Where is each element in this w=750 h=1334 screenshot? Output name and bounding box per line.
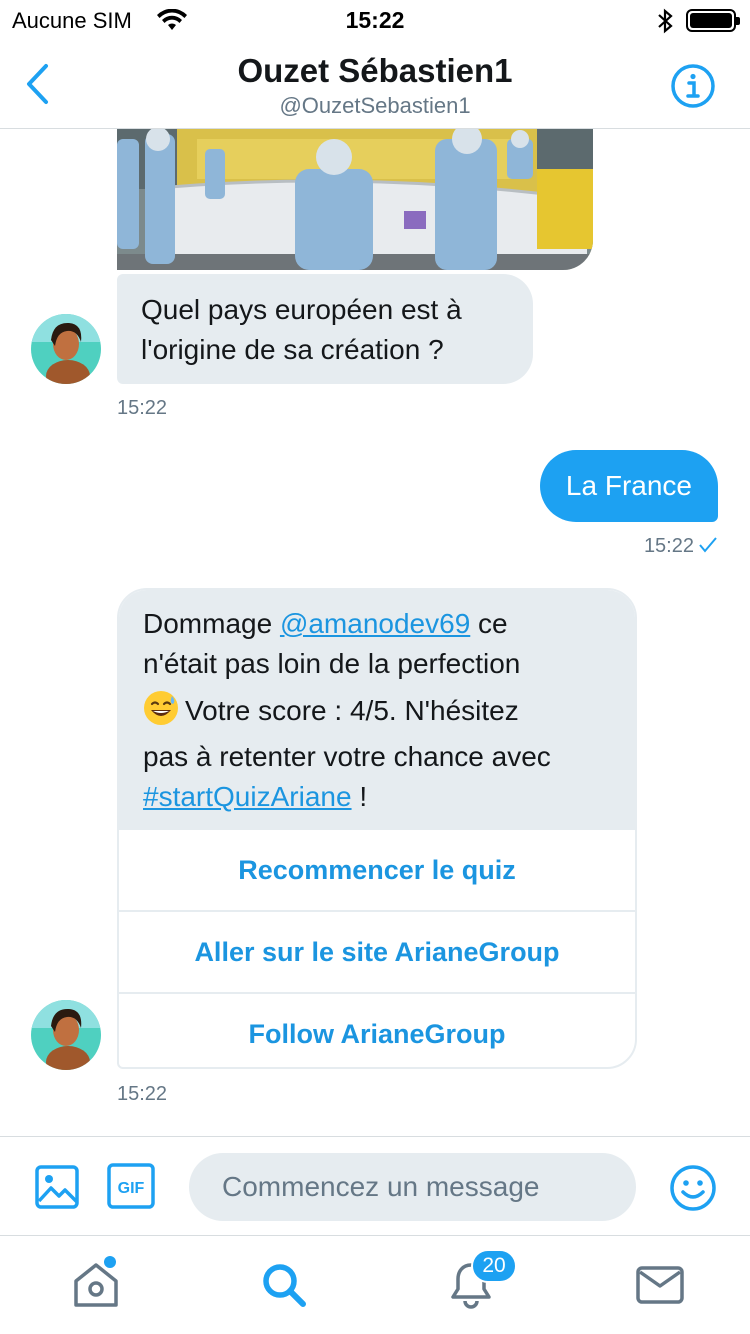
battery-icon	[686, 9, 740, 32]
home-new-dot	[104, 1256, 116, 1268]
avatar[interactable]	[31, 314, 101, 384]
sweat-smile-emoji-icon	[143, 690, 179, 737]
restart-quiz-button[interactable]: Recommencer le quiz	[119, 828, 635, 910]
visit-site-button[interactable]: Aller sur le site ArianeGroup	[119, 910, 635, 992]
message-input[interactable]	[189, 1153, 636, 1221]
gif-icon: GIF	[107, 1163, 155, 1209]
search-icon	[263, 1264, 306, 1307]
follow-button[interactable]: Follow ArianeGroup	[119, 992, 635, 1067]
add-gif-button[interactable]: GIF	[107, 1163, 155, 1209]
status-bar: Aucune SIM 15:22	[0, 0, 750, 40]
contact-name[interactable]: Ouzet Sébastien1	[0, 52, 750, 90]
read-check-icon	[699, 537, 717, 558]
text-segment: ce	[470, 608, 508, 639]
message-composer: GIF	[0, 1136, 750, 1236]
emoji-button[interactable]	[669, 1164, 717, 1212]
tab-search[interactable]	[258, 1259, 310, 1311]
tab-bar: 20	[0, 1237, 750, 1334]
info-icon	[671, 64, 715, 108]
bluetooth-icon	[656, 8, 674, 39]
image-icon	[35, 1165, 79, 1209]
tab-messages[interactable]	[634, 1259, 686, 1311]
text-segment: n'était pas loin de la perfection	[143, 648, 521, 679]
smiley-icon	[670, 1165, 716, 1211]
add-image-button[interactable]	[35, 1165, 79, 1209]
avatar-photo	[31, 1000, 101, 1070]
cleanroom-photo	[117, 129, 593, 270]
text-segment: Dommage	[143, 608, 280, 639]
conversation-header: Ouzet Sébastien1 @OuzetSebastien1	[0, 40, 750, 129]
avatar-photo	[31, 314, 101, 384]
avatar[interactable]	[31, 1000, 101, 1070]
text-segment: pas à retenter votre chance avec	[143, 741, 551, 772]
text-segment: !	[351, 781, 368, 812]
user-mention-link[interactable]: @amanodev69	[280, 608, 470, 639]
message-text-line: l'origine de sa création ?	[141, 334, 444, 365]
notifications-count-badge: 20	[471, 1249, 517, 1283]
message-photo[interactable]	[117, 129, 593, 270]
home-icon	[74, 1263, 118, 1307]
card-message-text: Dommage @amanodev69 ce n'était pas loin …	[119, 590, 635, 828]
gif-label: GIF	[118, 1180, 145, 1197]
tab-home[interactable]	[70, 1259, 122, 1311]
text-segment: Votre score : 4/5. N'hésitez	[185, 695, 519, 726]
hashtag-link[interactable]: #startQuizAriane	[143, 781, 352, 812]
status-time: 15:22	[345, 7, 405, 33]
messages-icon	[636, 1266, 684, 1304]
outgoing-message-bubble[interactable]: La France	[539, 450, 718, 522]
contact-handle[interactable]: @OuzetSebastien1	[0, 93, 750, 119]
quiz-result-card: Dommage @amanodev69 ce n'était pas loin …	[117, 588, 637, 1069]
info-button[interactable]	[670, 63, 716, 109]
message-text-line: Quel pays européen est à	[141, 294, 462, 325]
message-timestamp: 15:22	[117, 1083, 168, 1105]
message-timestamp: 15:22	[643, 535, 694, 557]
message-timestamp: 15:22	[117, 397, 168, 419]
conversation-thread[interactable]: Quel pays européen est à l'origine de sa…	[0, 129, 750, 1136]
incoming-message-bubble[interactable]: Quel pays européen est à l'origine de sa…	[117, 274, 533, 384]
